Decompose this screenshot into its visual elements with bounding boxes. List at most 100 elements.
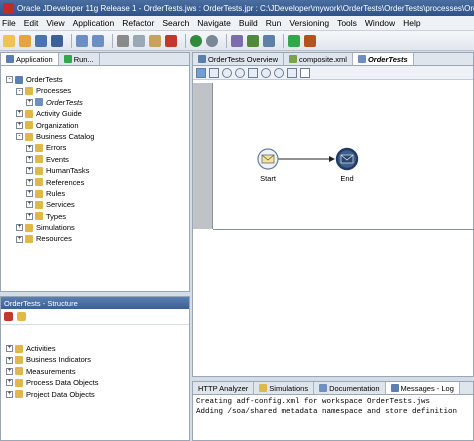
open-icon[interactable] [19,34,31,47]
tree-item-label: Errors [46,143,67,153]
menu-search[interactable]: Search [162,18,189,28]
build-icon[interactable] [247,34,259,47]
tree-item[interactable]: + Types [1,211,189,222]
make-icon[interactable] [231,34,243,47]
tree-item-label: Resources [36,234,72,244]
tab-documentation[interactable]: Documentation [314,382,386,394]
start-event-icon[interactable] [257,148,279,170]
menu-navigate[interactable]: Navigate [197,18,231,28]
start-event-label: Start [260,174,276,183]
cut-icon[interactable] [117,34,129,47]
tree-item[interactable]: + Organization [1,120,189,131]
folder-icon [15,390,23,399]
tree-item[interactable]: + Activity Guide [1,108,189,119]
tree-item[interactable]: + Resources [1,233,189,244]
structure-tree: + Activities + Business Indicators + Measurem… [1,343,189,400]
folder-icon [25,121,33,130]
tree-item[interactable]: + Services [1,199,189,210]
collapse-icon[interactable]: - [16,133,23,141]
editor-area: OrderTests Overview composite.xml OrderT… [192,52,474,377]
expand-icon[interactable]: + [16,121,23,129]
redo-icon[interactable] [92,34,104,47]
folder-icon [35,166,43,175]
menu-tools[interactable]: Tools [337,18,357,28]
copy-icon[interactable] [133,34,145,47]
tab-simulations[interactable]: Simulations [254,382,315,394]
tree-item[interactable]: - Processes [1,85,189,96]
expand-icon[interactable]: + [26,167,33,175]
structure-item[interactable]: + Project Data Objects [1,389,189,400]
expand-icon[interactable]: + [16,110,23,118]
expand-icon[interactable]: + [6,390,13,398]
tab-messages-log[interactable]: Messages - Log [385,382,460,394]
expand-icon[interactable]: + [16,235,23,243]
tab-application[interactable]: Application [1,53,59,65]
back-icon[interactable] [190,34,202,47]
menu-edit[interactable]: Edit [24,18,39,28]
end-event-label: End [340,174,354,183]
log-line: Creating adf-config.xml for workspace Or… [196,398,431,406]
collapse-icon[interactable]: - [6,76,13,84]
freeze-icon[interactable] [17,312,26,321]
structure-panel: OrderTests - Structure + Activities + Busin… [0,296,190,441]
folder-icon [25,132,33,141]
expand-icon[interactable]: + [26,178,33,186]
tree-item[interactable]: - Business Catalog [1,131,189,142]
expand-icon[interactable]: + [16,224,23,232]
menu-run[interactable]: Run [266,18,282,28]
menu-help[interactable]: Help [403,18,420,28]
expand-icon[interactable]: + [26,98,33,106]
tree-item-label: OrderTests [26,75,63,84]
tree-item[interactable]: - OrderTests [1,74,189,85]
expand-icon[interactable]: + [6,356,13,364]
tree-item[interactable]: + Rules [1,188,189,199]
collapse-icon[interactable]: - [16,87,23,95]
folder-icon [15,75,23,84]
save-icon[interactable] [35,34,47,47]
expand-icon[interactable]: + [26,144,33,152]
tree-item[interactable]: + OrderTests [1,97,189,108]
forward-icon[interactable] [206,34,218,47]
menu-window[interactable]: Window [365,18,395,28]
menu-build[interactable]: Build [239,18,258,28]
menu-file[interactable]: File [2,18,16,28]
folder-icon [35,189,43,198]
folder-icon [25,235,33,244]
tree-item[interactable]: + Simulations [1,222,189,233]
tab-run-manager[interactable]: Run... [59,53,100,65]
save-all-icon[interactable] [51,34,63,47]
structure-item[interactable]: + Process Data Objects [1,377,189,388]
expand-icon[interactable]: + [26,212,33,220]
application-icon [6,55,14,63]
tree-item[interactable]: + Events [1,154,189,165]
pin-icon[interactable] [4,312,13,321]
menu-versioning[interactable]: Versioning [289,18,329,28]
undo-icon[interactable] [76,34,88,47]
title-bar: Oracle JDeveloper 11g Release 1 - OrderT… [0,0,474,16]
tree-item[interactable]: + HumanTasks [1,165,189,176]
expand-icon[interactable]: + [6,379,13,387]
debug-icon[interactable] [304,34,316,47]
menu-view[interactable]: View [46,18,64,28]
expand-icon[interactable]: + [26,201,33,209]
paste-icon[interactable] [149,34,161,47]
new-icon[interactable] [3,34,15,47]
expand-icon[interactable]: + [26,155,33,163]
folder-icon [35,212,43,221]
structure-item[interactable]: + Measurements [1,366,189,377]
menu-refactor[interactable]: Refactor [122,18,154,28]
expand-icon[interactable]: + [6,345,13,353]
delete-icon[interactable] [165,34,177,47]
structure-item[interactable]: + Business Indicators [1,354,189,365]
end-event-icon[interactable] [335,147,359,171]
tree-item[interactable]: + Errors [1,142,189,153]
tab-http-analyzer[interactable]: HTTP Analyzer [193,382,255,394]
expand-icon[interactable]: + [6,367,13,375]
folder-icon [35,200,43,209]
structure-item[interactable]: + Activities [1,343,189,354]
deploy-icon[interactable] [263,34,275,47]
menu-application[interactable]: Application [73,18,115,28]
tree-item[interactable]: + References [1,177,189,188]
expand-icon[interactable]: + [26,190,33,198]
run-icon[interactable] [288,34,300,47]
